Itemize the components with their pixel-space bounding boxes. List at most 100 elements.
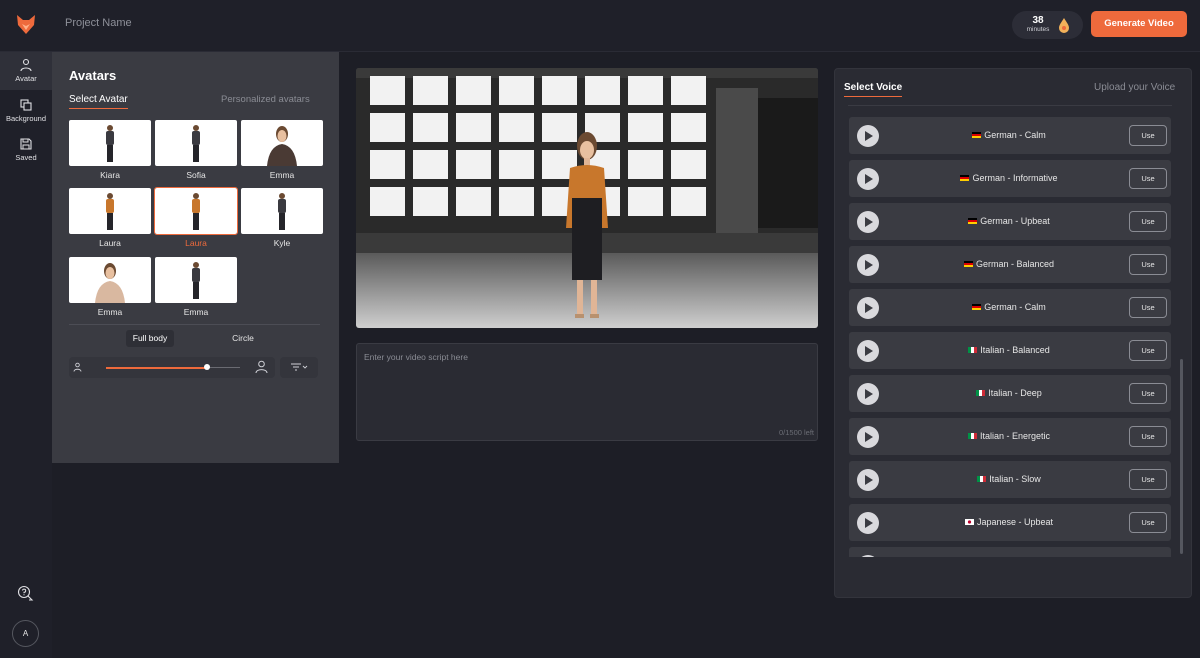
voice-row[interactable]: German - Balanced Use bbox=[849, 246, 1171, 283]
avatar-size-control bbox=[69, 357, 275, 378]
avatar-card[interactable]: Emma bbox=[69, 257, 151, 317]
flag-it-icon bbox=[977, 476, 987, 482]
voice-row[interactable]: German - Informative Use bbox=[849, 160, 1171, 197]
play-icon[interactable] bbox=[857, 426, 879, 448]
play-icon[interactable] bbox=[857, 469, 879, 491]
save-icon bbox=[20, 138, 32, 150]
filter-icon bbox=[291, 363, 308, 371]
help-chat-icon[interactable] bbox=[17, 585, 34, 602]
flag-de-icon bbox=[972, 132, 982, 138]
avatar-card[interactable]: Kyle bbox=[241, 188, 323, 248]
filter-dropdown-button[interactable] bbox=[280, 357, 318, 378]
voice-name: Italian - Deep bbox=[889, 375, 1129, 412]
avatar-thumbnail[interactable] bbox=[69, 257, 151, 303]
play-icon[interactable] bbox=[857, 254, 879, 276]
voice-name-label: German - Calm bbox=[984, 130, 1046, 140]
use-voice-button[interactable]: Use bbox=[1129, 512, 1167, 533]
rail-label-saved: Saved bbox=[15, 153, 37, 162]
play-icon[interactable] bbox=[857, 383, 879, 405]
use-voice-button[interactable]: Use bbox=[1129, 211, 1167, 232]
voice-panel: Select Voice Upload your Voice German - … bbox=[834, 68, 1192, 598]
avatar-thumbnail[interactable] bbox=[241, 188, 323, 234]
avatar-name: Laura bbox=[185, 238, 207, 248]
voice-name: German - Calm bbox=[889, 289, 1129, 326]
voice-row[interactable]: Japanese - Upbeat Use bbox=[849, 504, 1171, 541]
avatar-card[interactable]: Laura bbox=[154, 187, 238, 248]
slider-knob[interactable] bbox=[203, 364, 210, 370]
avatar-name: Emma bbox=[183, 307, 209, 317]
generate-video-button[interactable]: Generate Video bbox=[1091, 11, 1187, 37]
rail-item-avatar[interactable]: Avatar bbox=[0, 52, 52, 90]
use-voice-button[interactable]: Use bbox=[1129, 426, 1167, 447]
play-icon[interactable] bbox=[857, 211, 879, 233]
voice-row[interactable]: Italian - Balanced Use bbox=[849, 332, 1171, 369]
avatar-thumbnail[interactable] bbox=[69, 120, 151, 166]
play-icon[interactable] bbox=[857, 340, 879, 362]
use-voice-button[interactable]: Use bbox=[1129, 469, 1167, 490]
use-voice-button[interactable]: Use bbox=[1129, 383, 1167, 404]
avatar-preview bbox=[356, 68, 818, 328]
flag-it-icon bbox=[968, 347, 978, 353]
voice-list-scrollbar[interactable] bbox=[1180, 359, 1183, 554]
avatar-card[interactable]: Kiara bbox=[69, 120, 151, 180]
rail-item-saved[interactable]: Saved bbox=[0, 131, 52, 169]
voice-name: Italian - Slow bbox=[889, 461, 1129, 498]
use-voice-button[interactable]: Use bbox=[1129, 168, 1167, 189]
voice-row[interactable]: German - Upbeat Use bbox=[849, 203, 1171, 240]
avatar-card[interactable]: Laura bbox=[69, 188, 151, 248]
voice-row[interactable]: Italian - Deep Use bbox=[849, 375, 1171, 412]
avatar-card[interactable]: Emma bbox=[241, 120, 323, 180]
voice-name: German - Balanced bbox=[889, 246, 1129, 283]
play-icon[interactable] bbox=[857, 512, 879, 534]
use-voice-button[interactable]: Use bbox=[1129, 125, 1167, 146]
voice-name: Japanese - Upbeat bbox=[889, 504, 1129, 541]
tab-upload-voice[interactable]: Upload your Voice bbox=[1094, 82, 1175, 93]
minutes-label: minutes bbox=[1026, 26, 1050, 33]
avatars-title: Avatars bbox=[69, 68, 117, 83]
avatars-panel: Avatars Select Avatar Personalized avata… bbox=[52, 52, 339, 463]
play-icon[interactable] bbox=[857, 168, 879, 190]
minutes-balance: 38 minutes bbox=[1012, 11, 1083, 39]
play-icon[interactable] bbox=[857, 555, 879, 557]
voice-row[interactable]: Italian - Slow Use bbox=[849, 461, 1171, 498]
play-icon[interactable] bbox=[857, 297, 879, 319]
tab-select-voice[interactable]: Select Voice bbox=[844, 82, 903, 97]
script-input[interactable] bbox=[356, 343, 818, 441]
avatar-figure-icon bbox=[278, 193, 286, 230]
use-voice-button[interactable]: Use bbox=[1129, 297, 1167, 318]
avatar-size-slider[interactable] bbox=[106, 364, 240, 370]
avatar-thumbnail[interactable] bbox=[154, 187, 238, 235]
voice-row[interactable]: German - Calm Use bbox=[849, 117, 1171, 154]
flag-it-icon bbox=[967, 433, 977, 439]
tab-select-avatar[interactable]: Select Avatar bbox=[69, 94, 128, 109]
avatar-card[interactable]: Sofia bbox=[155, 120, 237, 180]
avatar-name: Sofia bbox=[186, 170, 206, 180]
shape-full-body-option[interactable]: Full body bbox=[126, 330, 174, 347]
minutes-value: 38 bbox=[1032, 15, 1044, 26]
project-name[interactable]: Project Name bbox=[65, 17, 132, 29]
flag-de-icon bbox=[972, 304, 982, 310]
office-background-image bbox=[356, 68, 818, 328]
shape-circle-option[interactable]: Circle bbox=[223, 330, 263, 347]
avatar-thumbnail[interactable] bbox=[241, 120, 323, 166]
voice-name: German - Calm bbox=[889, 117, 1129, 154]
use-voice-button[interactable]: Use bbox=[1129, 254, 1167, 275]
char-count: 0/1500 left bbox=[778, 428, 814, 437]
avatar-thumbnail[interactable] bbox=[155, 120, 237, 166]
avatar-card[interactable]: Emma bbox=[155, 257, 237, 317]
flag-de-icon bbox=[963, 261, 973, 267]
layers-icon bbox=[20, 99, 32, 111]
voice-row[interactable]: Italian - Energetic Use bbox=[849, 418, 1171, 455]
avatar-thumbnail[interactable] bbox=[69, 188, 151, 234]
voice-name: Italian - Energetic bbox=[889, 418, 1129, 455]
voice-row[interactable]: German - Calm Use bbox=[849, 289, 1171, 326]
rail-item-background[interactable]: Background bbox=[0, 92, 52, 130]
voice-row-partial[interactable] bbox=[849, 547, 1171, 557]
flag-de-icon bbox=[968, 218, 978, 224]
fox-logo-icon bbox=[17, 15, 35, 34]
use-voice-button[interactable]: Use bbox=[1129, 340, 1167, 361]
tab-personalized-avatars[interactable]: Personalized avatars bbox=[221, 94, 310, 105]
user-avatar[interactable]: A bbox=[12, 620, 39, 647]
avatar-thumbnail[interactable] bbox=[155, 257, 237, 303]
play-icon[interactable] bbox=[857, 125, 879, 147]
